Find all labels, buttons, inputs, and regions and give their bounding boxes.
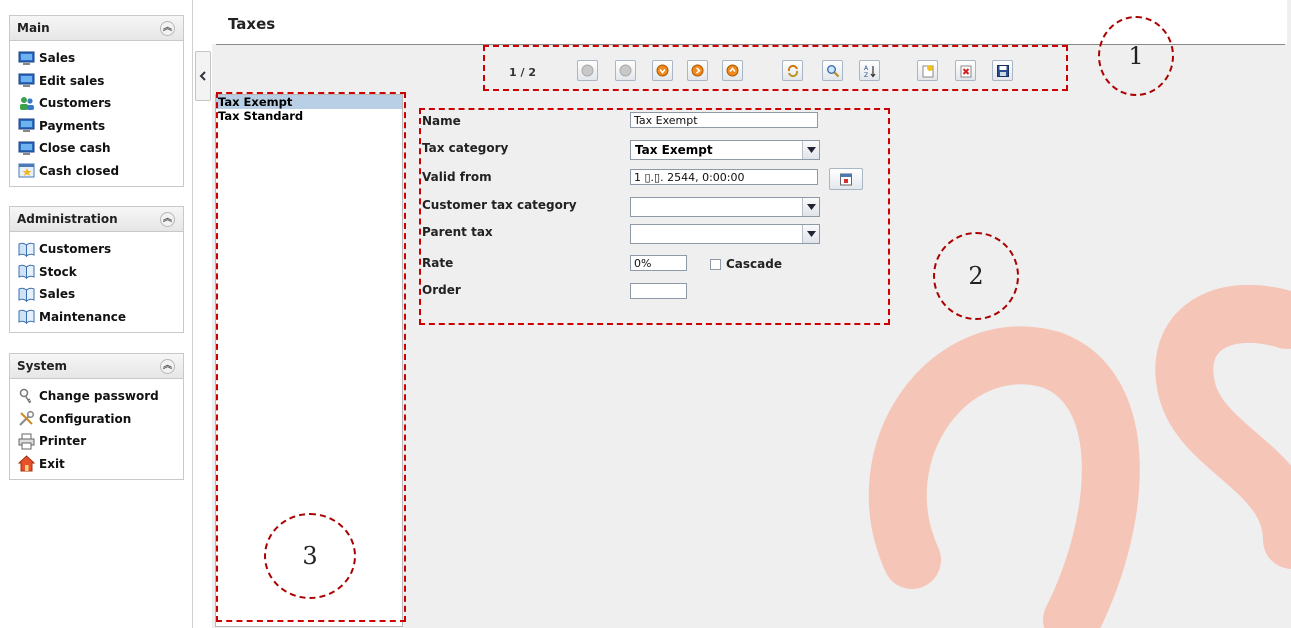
calendar-star-icon (18, 163, 35, 178)
annotation-box-toolbar (483, 45, 1068, 91)
page-title: Taxes (228, 15, 276, 33)
annotation-box-form (419, 108, 890, 325)
home-icon (18, 455, 35, 472)
panel-main-header[interactable]: Main ︽ (10, 16, 183, 41)
panel-system-header[interactable]: System ︽ (10, 354, 183, 379)
sidebar-item-label: Configuration (39, 411, 132, 426)
sidebar-item-label: Stock (39, 264, 77, 279)
sidebar-item-maintenance[interactable]: Maintenance (18, 306, 183, 329)
main-area: Taxes 1 / 2 AZ Tax Exempt Tax Standard N… (212, 0, 1291, 628)
sidebar-item-admin-sales[interactable]: Sales (18, 283, 183, 306)
users-icon (20, 96, 34, 110)
book-icon (18, 264, 35, 280)
sidebar-item-sales[interactable]: Sales (18, 47, 183, 70)
monitor-icon (18, 51, 35, 65)
sidebar-item-label: Customers (39, 96, 112, 111)
tools-icon (19, 411, 35, 426)
panel-administration-header[interactable]: Administration ︽ (10, 207, 183, 232)
sidebar-item-cash-closed[interactable]: Cash closed (18, 160, 183, 183)
sidebar-item-stock[interactable]: Stock (18, 261, 183, 284)
panel-system: System ︽ Change password Configuration P… (9, 353, 184, 480)
sidebar-item-label: Customers (39, 242, 112, 257)
sidebar-item-exit[interactable]: Exit (18, 453, 183, 476)
sidebar-item-label: Printer (39, 434, 87, 449)
sidebar-item-label: Close cash (39, 141, 111, 156)
sidebar-item-label: Change password (39, 389, 159, 404)
sidebar-item-printer[interactable]: Printer (18, 430, 183, 453)
collapse-up-icon[interactable]: ︽ (160, 358, 175, 374)
book-icon (18, 287, 35, 302)
sidebar-item-edit-sales[interactable]: Edit sales (18, 70, 183, 93)
key-icon (19, 388, 32, 404)
printer-icon (18, 433, 35, 450)
panel-title: Main (17, 21, 50, 35)
book-icon (18, 309, 35, 325)
chevron-left-icon (199, 71, 206, 81)
sidebar-item-label: Sales (39, 287, 76, 302)
sidebar-item-label: Maintenance (39, 309, 127, 324)
sidebar-item-label: Exit (39, 456, 65, 471)
collapse-up-icon[interactable]: ︽ (160, 20, 175, 36)
sidebar-item-customers[interactable]: Customers (18, 92, 183, 115)
monitor-icon (18, 141, 35, 155)
sidebar-collapse-button[interactable] (195, 51, 211, 101)
sidebar-item-label: Sales (39, 51, 76, 66)
sidebar-item-admin-customers[interactable]: Customers (18, 238, 183, 261)
sidebar-item-close-cash[interactable]: Close cash (18, 137, 183, 160)
sidebar-item-label: Payments (39, 118, 106, 133)
panel-main: Main ︽ Sales Edit sales Customers Paymen… (9, 15, 184, 187)
panel-title: System (17, 359, 67, 373)
sidebar: Main ︽ Sales Edit sales Customers Paymen… (0, 0, 193, 628)
annotation-circle-1: 1 (1098, 16, 1174, 96)
sidebar-item-change-password[interactable]: Change password (18, 385, 183, 408)
annotation-circle-2: 2 (933, 232, 1019, 320)
panel-title: Administration (17, 212, 118, 226)
monitor-icon (18, 118, 35, 133)
sidebar-item-payments[interactable]: Payments (18, 115, 183, 138)
book-icon (18, 242, 35, 257)
monitor-icon (18, 73, 35, 88)
panel-administration: Administration ︽ Customers Stock Sales M… (9, 206, 184, 333)
sidebar-item-label: Edit sales (39, 73, 105, 88)
collapse-up-icon[interactable]: ︽ (160, 211, 175, 227)
sidebar-item-configuration[interactable]: Configuration (18, 408, 183, 431)
annotation-circle-3: 3 (264, 513, 356, 599)
sidebar-item-label: Cash closed (39, 163, 120, 178)
